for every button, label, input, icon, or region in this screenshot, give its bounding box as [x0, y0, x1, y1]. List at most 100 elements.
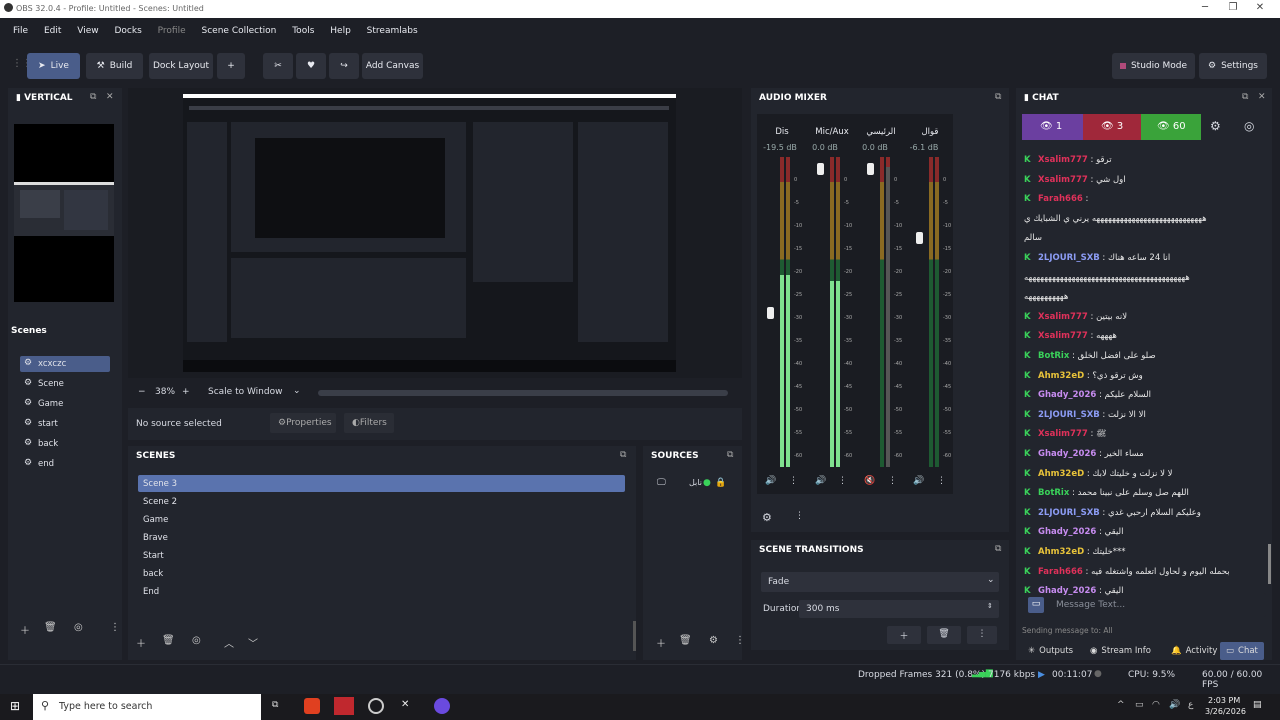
heart-icon[interactable]: ♥: [296, 53, 326, 79]
share-icon[interactable]: ↪: [329, 53, 359, 79]
menu-profile[interactable]: Profile: [158, 26, 186, 36]
chat-username[interactable]: BotRix: [1038, 488, 1069, 498]
live-button[interactable]: ➤ Live: [27, 53, 80, 79]
menu-scene-collection[interactable]: Scene Collection: [202, 26, 277, 36]
tab-outputs[interactable]: ✳ Outputs: [1022, 642, 1079, 660]
windows-start-icon[interactable]: ⊞: [10, 699, 20, 713]
float-icon[interactable]: ⧉: [727, 450, 733, 460]
chat-username[interactable]: Xsalim777: [1038, 331, 1088, 341]
chat-username[interactable]: Ahm32eD: [1038, 469, 1084, 479]
chat-username[interactable]: Ghady_2026: [1038, 586, 1096, 596]
chat-username[interactable]: Farah666: [1038, 194, 1083, 204]
tab-activity[interactable]: 🔔 Activity: [1165, 642, 1223, 660]
float-icon[interactable]: ⧉: [90, 92, 96, 102]
chat-username[interactable]: BotRix: [1038, 351, 1069, 361]
volume-icon[interactable]: 🔊: [1169, 700, 1180, 710]
resize-handle[interactable]: [633, 621, 636, 651]
move-up-icon[interactable]: ︿: [224, 635, 234, 650]
scene-row[interactable]: Scene 3: [138, 475, 625, 492]
vertical-scene-item[interactable]: ⚙ end: [20, 456, 110, 472]
chat-username[interactable]: Xsalim777: [1038, 312, 1088, 322]
scene-row[interactable]: End: [138, 583, 625, 600]
studio-mode-button[interactable]: Studio Mode: [1112, 53, 1195, 79]
tools-icon[interactable]: ✂: [263, 53, 293, 79]
volume-fader[interactable]: [916, 232, 923, 244]
menu-streamlabs[interactable]: Streamlabs: [367, 26, 418, 36]
viewer-count-kick[interactable]: 👁 60: [1141, 114, 1201, 140]
source-item[interactable]: نابل: [689, 478, 702, 487]
language-indicator[interactable]: ع: [1188, 700, 1193, 710]
move-down-icon[interactable]: ﹀: [248, 635, 258, 650]
duration-input[interactable]: 300 ms ⇕: [799, 600, 999, 618]
vertical-scene-item[interactable]: ⚙ back: [20, 436, 110, 452]
zoom-out-button[interactable]: −: [138, 387, 146, 397]
zoom-in-button[interactable]: +: [182, 387, 190, 397]
clock-date[interactable]: 3/26/2026: [1205, 707, 1246, 716]
taskbar-search[interactable]: ⚲ Type here to search: [33, 694, 261, 720]
chat-username[interactable]: 2LJOURI_SXB: [1038, 253, 1100, 263]
build-button[interactable]: ⚒ Build: [86, 53, 143, 79]
brave-icon[interactable]: [304, 698, 320, 714]
float-icon[interactable]: ⧉: [995, 544, 1001, 554]
float-icon[interactable]: ⧉: [1242, 92, 1248, 102]
add-transition-button[interactable]: ＋: [887, 626, 921, 644]
close-panel-icon[interactable]: ✕: [1258, 92, 1266, 102]
add-dock-button[interactable]: +: [217, 53, 245, 79]
gear-icon[interactable]: ⚙: [1210, 119, 1221, 133]
trash-icon[interactable]: 🗑: [679, 635, 692, 646]
trash-icon[interactable]: 🗑: [162, 635, 175, 646]
properties-button[interactable]: ⚙Properties: [270, 413, 336, 433]
task-view-icon[interactable]: ⧉: [272, 700, 278, 710]
chat-username[interactable]: Xsalim777: [1038, 175, 1088, 185]
chat-username[interactable]: Xsalim777: [1038, 155, 1088, 165]
obs-taskbar-icon[interactable]: [368, 698, 384, 714]
chat-username[interactable]: Xsalim777: [1038, 429, 1088, 439]
gear-icon[interactable]: ⚙: [709, 635, 718, 646]
volume-fader[interactable]: [767, 307, 774, 319]
chat-username[interactable]: Ghady_2026: [1038, 390, 1096, 400]
chat-username[interactable]: Ahm32eD: [1038, 547, 1084, 557]
menu-tools[interactable]: Tools: [292, 26, 314, 36]
clock-time[interactable]: 2:03 PM: [1208, 696, 1240, 705]
popout-icon[interactable]: ◎: [1244, 119, 1254, 133]
scene-row[interactable]: Scene 2: [138, 493, 625, 510]
dock-layout-button[interactable]: Dock Layout: [149, 53, 213, 79]
chat-username[interactable]: Ghady_2026: [1038, 449, 1096, 459]
filters-button[interactable]: ◐Filters: [344, 413, 394, 433]
capcut-icon[interactable]: ✕: [401, 699, 409, 710]
vertical-scene-item[interactable]: ⚙ xcxczc: [20, 356, 110, 372]
add-scene-icon[interactable]: ＋: [136, 635, 146, 650]
muted-speaker-icon[interactable]: 🔇: [864, 476, 875, 486]
speaker-icon[interactable]: 🔊: [815, 476, 826, 486]
more-icon[interactable]: ⋮: [838, 476, 847, 486]
vertical-scene-item[interactable]: ⚙ start: [20, 416, 110, 432]
preview-area[interactable]: [128, 88, 865, 378]
settings-button[interactable]: ⚙ Settings: [1199, 53, 1267, 79]
close-icon[interactable]: ✕: [1240, 2, 1280, 13]
float-icon[interactable]: ⧉: [620, 450, 626, 460]
filter-icon[interactable]: ◎: [192, 635, 201, 646]
chevron-down-icon[interactable]: ⌄: [293, 386, 301, 396]
gear-icon[interactable]: ⚙: [762, 511, 772, 524]
more-icon[interactable]: ⋮: [795, 511, 804, 521]
menu-view[interactable]: View: [77, 26, 98, 36]
speaker-icon[interactable]: 🔊: [765, 476, 776, 486]
lock-icon[interactable]: 🔒: [715, 478, 726, 488]
more-icon[interactable]: ⋮: [789, 476, 798, 486]
viewer-count-twitch[interactable]: 👁 1: [1022, 114, 1083, 140]
more-icon[interactable]: ⋮: [888, 476, 897, 486]
menu-help[interactable]: Help: [330, 26, 351, 36]
notifications-icon[interactable]: ▤: [1253, 700, 1262, 710]
transition-select[interactable]: Fade ⌄: [761, 572, 999, 592]
chat-username[interactable]: Ahm32eD: [1038, 371, 1084, 381]
network-icon[interactable]: ▭: [1135, 700, 1144, 710]
transition-more-button[interactable]: ⋮: [967, 626, 997, 644]
scale-select[interactable]: Scale to Window: [208, 387, 282, 397]
tab-chat[interactable]: ▭ Chat: [1220, 642, 1264, 660]
more-icon[interactable]: ⋮: [937, 476, 946, 486]
chat-username[interactable]: Farah666: [1038, 567, 1083, 577]
add-canvas-button[interactable]: Add Canvas: [362, 53, 423, 79]
preview-scrollbar[interactable]: [318, 390, 728, 396]
add-source-icon[interactable]: ＋: [656, 635, 666, 650]
more-icon[interactable]: ⋮: [110, 622, 120, 633]
